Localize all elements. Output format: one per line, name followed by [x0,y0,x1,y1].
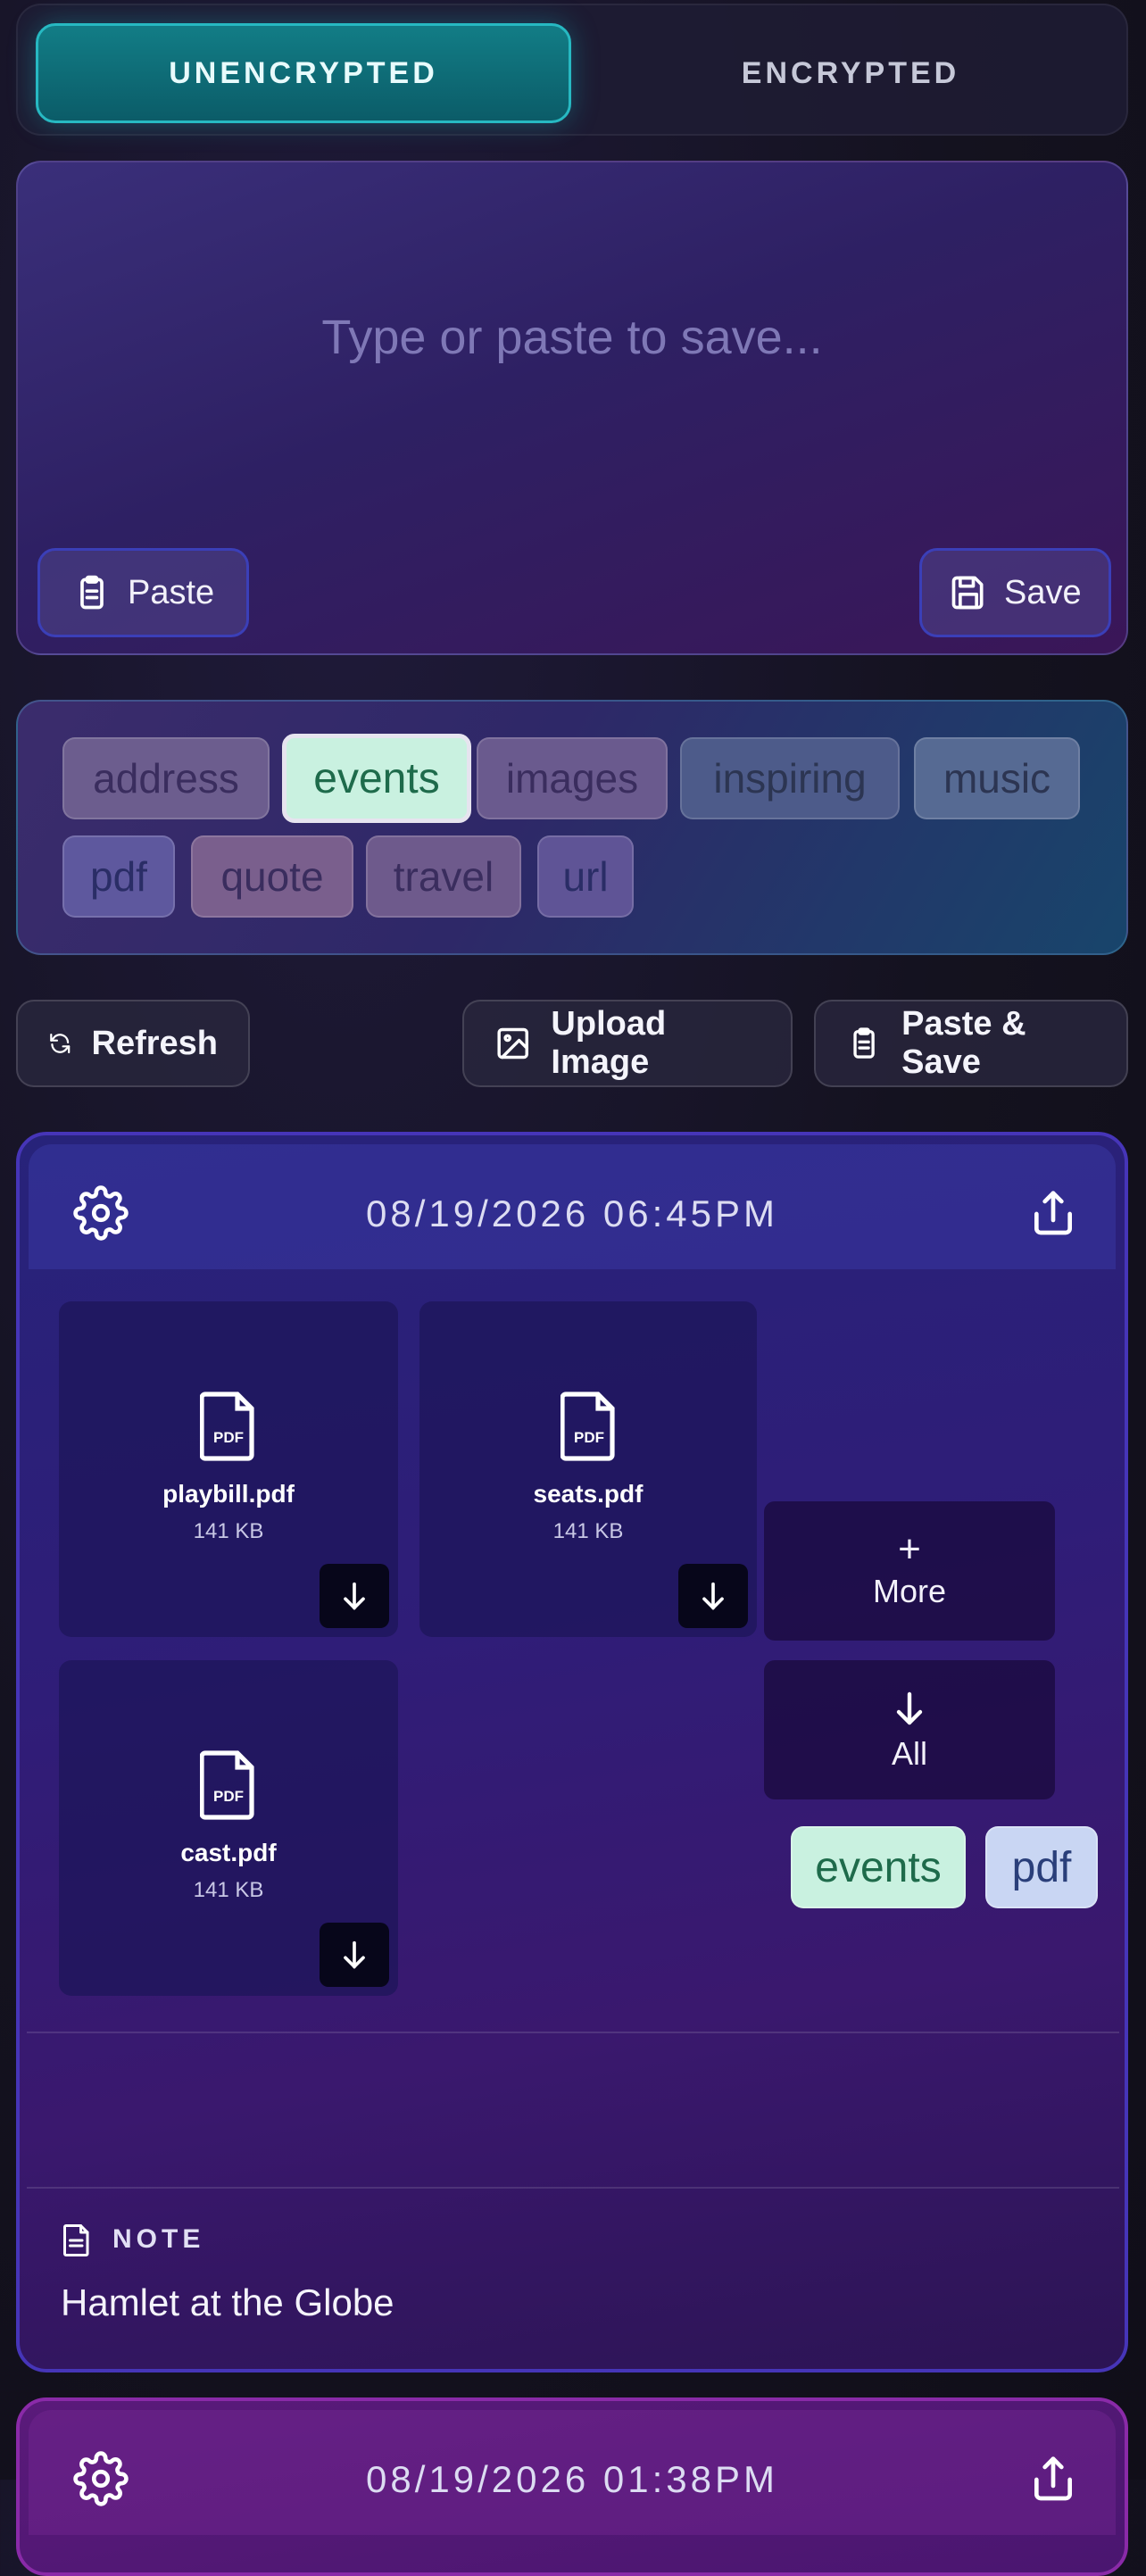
clip-card: 08/19/2026 01:38PM [16,2397,1128,2576]
file-size: 141 KB [193,1519,264,1543]
arrow-down-icon [702,1582,724,1610]
paste-and-save-label: Paste & Save [901,1005,1026,1081]
composer-textarea[interactable]: Type or paste to save... Paste Save [16,161,1128,655]
file-name: seats.pdf [533,1480,644,1508]
more-label: More [872,1573,947,1609]
tag-filter-address[interactable]: address [62,737,270,819]
pdf-file-icon: PDF [200,1392,254,1461]
paste-button[interactable]: Paste [37,548,250,637]
download-all-label: All [891,1735,927,1772]
share-icon[interactable] [1028,2455,1078,2505]
tag-filter-panel: address events images inspiring music pd… [16,700,1128,955]
clipboard-icon [80,575,104,610]
pdf-file-icon: PDF [561,1392,615,1461]
paste-and-save-button[interactable]: Paste & Save [814,1000,1128,1087]
note-text: Hamlet at the Globe [61,2281,394,2323]
file-tile[interactable]: PDF seats.pdf 141 KB [419,1301,757,1637]
save-button-label: Save [1004,573,1082,611]
arrow-down-icon [896,1691,923,1725]
card-tag-events[interactable]: events [791,1826,966,1908]
file-name: playbill.pdf [162,1480,295,1508]
tag-filter-images[interactable]: images [477,737,668,819]
download-all-button[interactable]: All [764,1660,1055,1799]
more-files-button[interactable]: + More [764,1501,1055,1641]
card-timestamp: 08/19/2026 01:38PM [366,2458,778,2500]
card-header: 08/19/2026 06:45PM [29,1144,1116,1269]
tag-filter-music[interactable]: music [914,737,1080,819]
divider [27,2187,1119,2189]
file-name: cast.pdf [180,1839,277,1866]
file-size: 141 KB [552,1519,624,1543]
document-icon [63,2224,89,2256]
svg-text:PDF: PDF [574,1429,604,1446]
download-button[interactable] [678,1564,748,1628]
share-icon[interactable] [1028,1189,1078,1239]
svg-text:PDF: PDF [213,1429,244,1446]
svg-text:PDF: PDF [213,1788,244,1805]
refresh-icon [50,1033,71,1054]
image-icon [497,1027,528,1059]
upload-image-label: Upload Image [551,1005,667,1081]
card-timestamp: 08/19/2026 06:45PM [366,1192,778,1234]
tab-encrypted[interactable]: ENCRYPTED [589,23,1112,123]
tag-filter-quote[interactable]: quote [191,835,353,918]
plus-icon: + [898,1527,921,1571]
file-tile[interactable]: PDF playbill.pdf 141 KB [59,1301,398,1637]
tag-filter-pdf[interactable]: pdf [62,835,175,918]
refresh-button[interactable]: Refresh [16,1000,250,1087]
tab-unencrypted[interactable]: UNENCRYPTED [36,23,571,123]
download-button[interactable] [320,1923,389,1987]
clipboard-icon [853,1027,875,1059]
tag-filter-url[interactable]: url [537,835,634,918]
note-label: NOTE [112,2224,205,2254]
composer-placeholder: Type or paste to save... [321,311,823,364]
paste-button-label: Paste [128,573,215,611]
save-button[interactable]: Save [919,548,1111,637]
card-tag-pdf[interactable]: pdf [985,1826,1098,1908]
floppy-disk-icon [951,576,984,610]
encryption-mode-toggle: UNENCRYPTED ENCRYPTED [16,4,1128,136]
divider [27,2032,1119,2033]
tag-filter-travel[interactable]: travel [366,835,521,918]
arrow-down-icon [344,1940,365,1969]
pdf-file-icon: PDF [200,1750,254,1820]
card-header: 08/19/2026 01:38PM [29,2410,1116,2535]
download-button[interactable] [320,1564,389,1628]
upload-image-button[interactable]: Upload Image [462,1000,793,1087]
file-tile[interactable]: PDF cast.pdf 141 KB [59,1660,398,1996]
refresh-label: Refresh [91,1024,219,1062]
tag-filter-inspiring[interactable]: inspiring [680,737,900,819]
arrow-down-icon [344,1582,365,1610]
file-size: 141 KB [193,1878,264,1902]
tag-filter-events[interactable]: events [282,734,471,823]
